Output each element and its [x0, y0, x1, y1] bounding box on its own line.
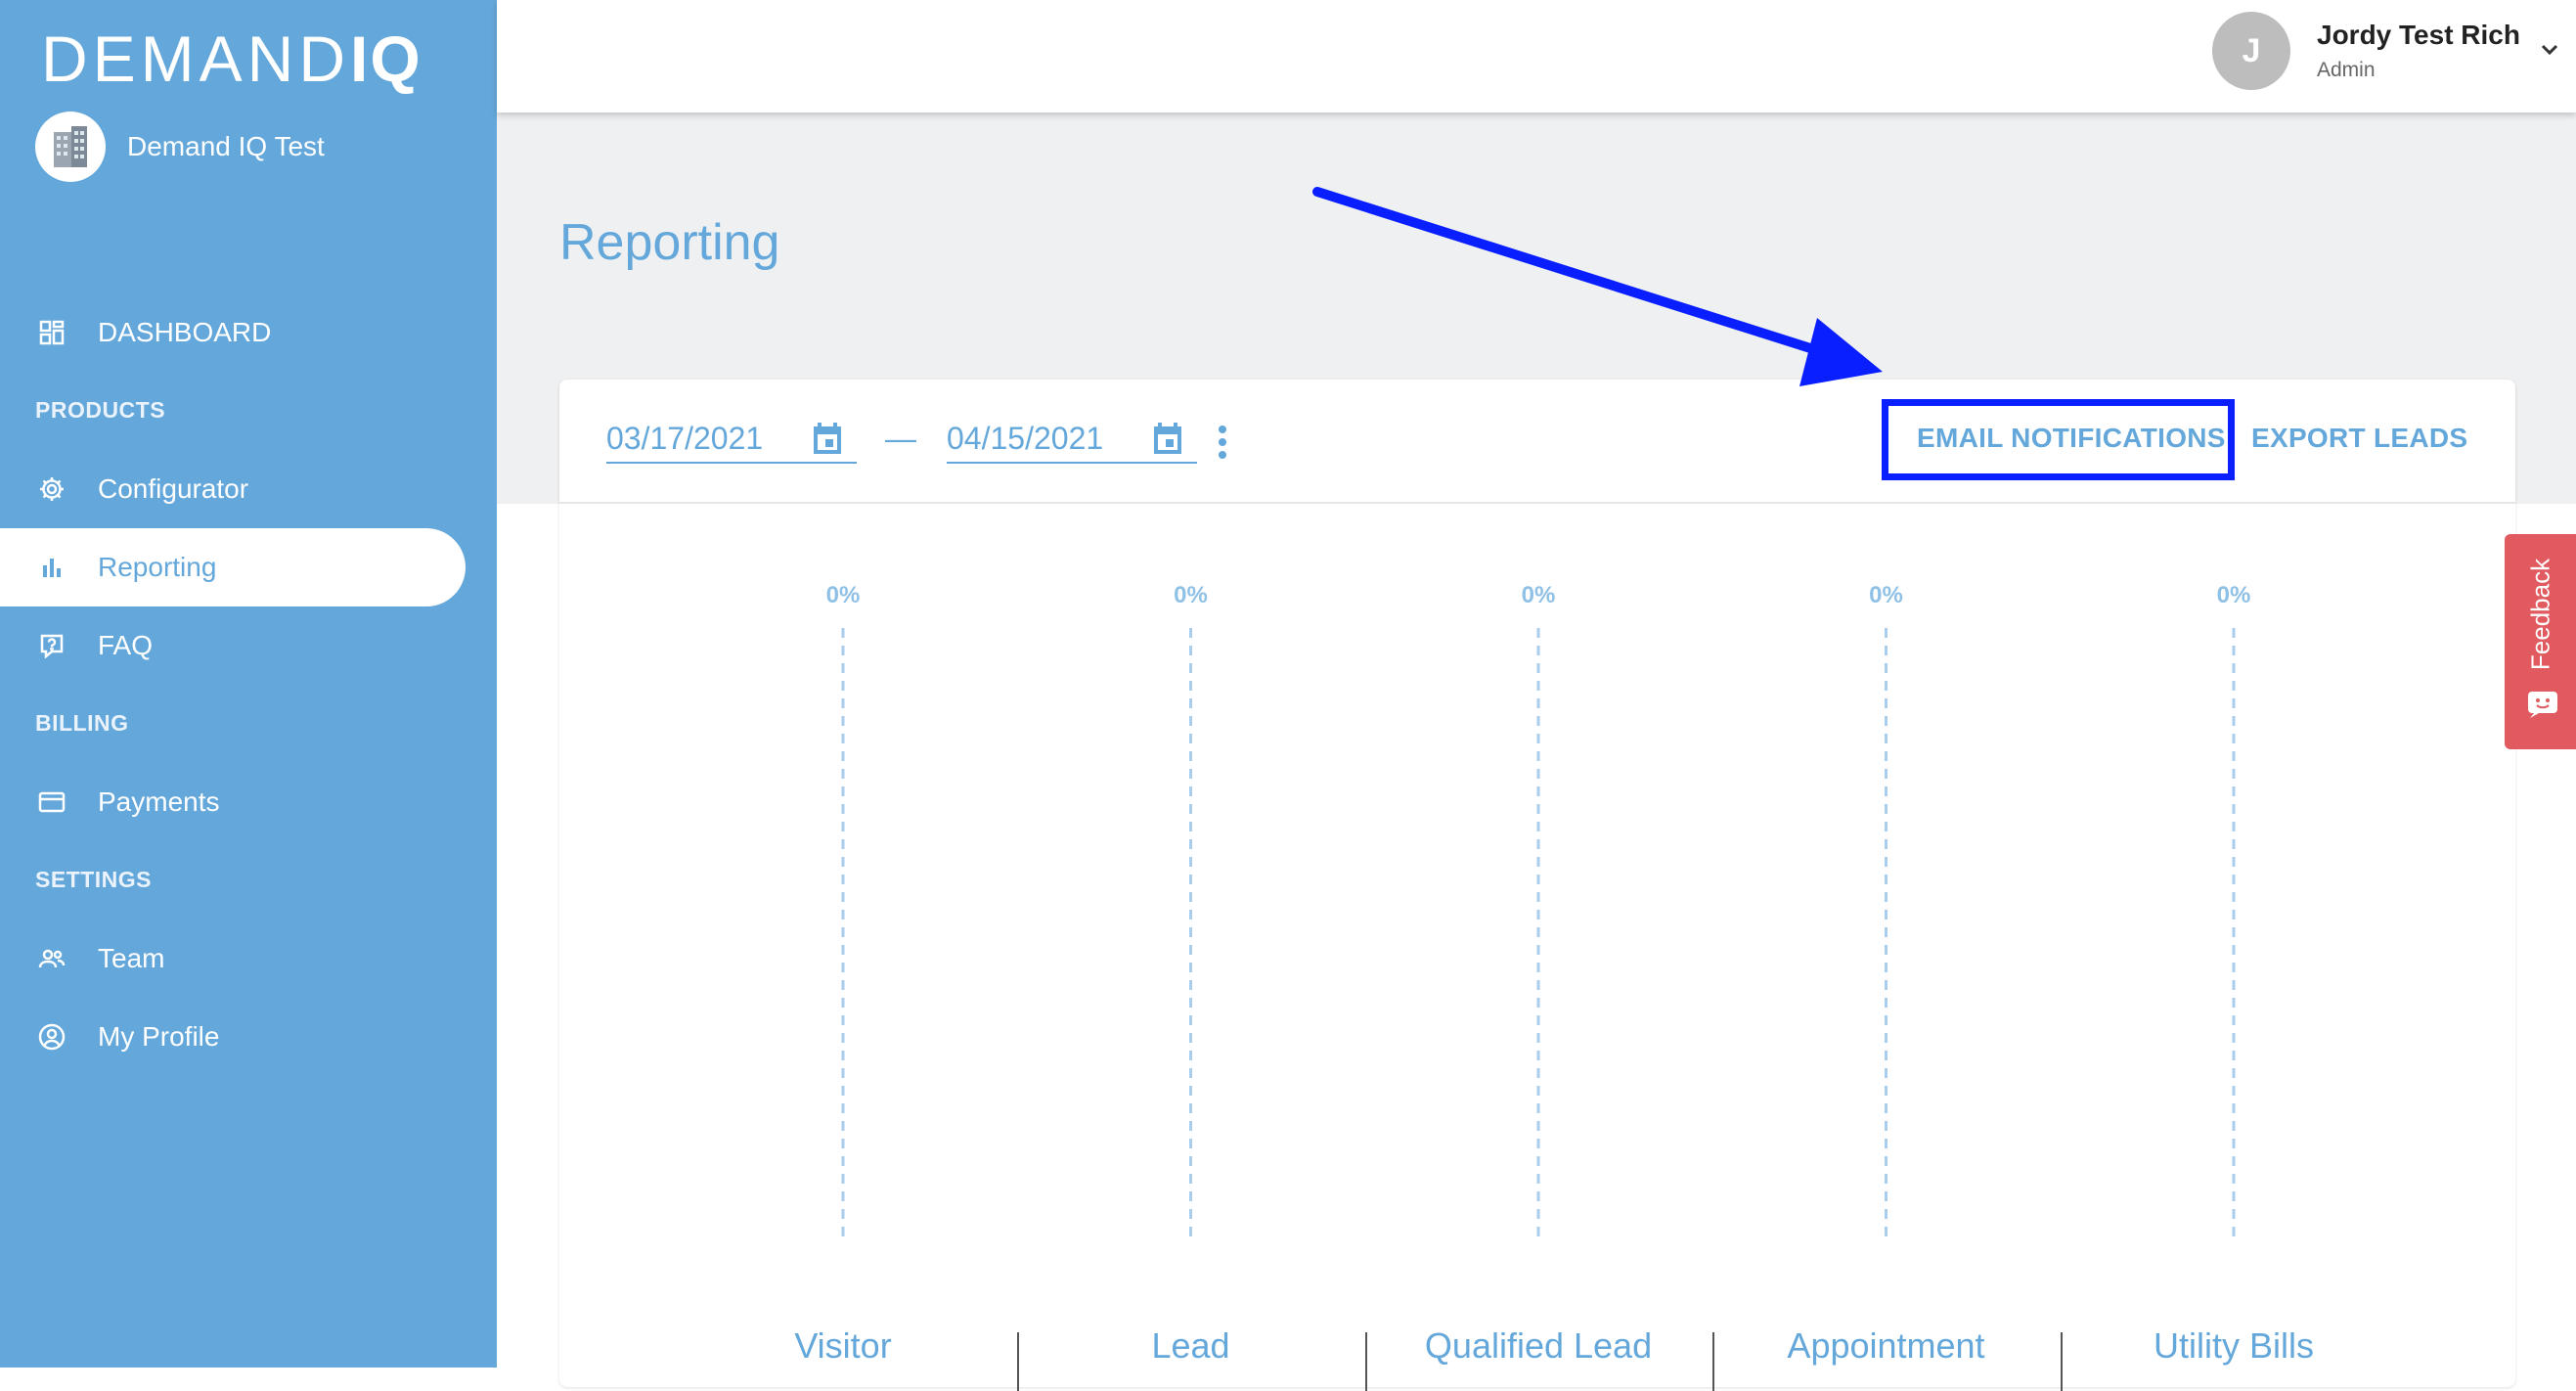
- credit-card-icon: [37, 787, 67, 817]
- export-leads-button[interactable]: EXPORT LEADS: [2251, 423, 2467, 454]
- people-icon: [37, 944, 67, 973]
- feedback-label: Feedback: [2525, 558, 2555, 671]
- sidebar: DEMANDIQ Demand IQ Test DASHBOARD PRODUC…: [0, 0, 497, 1368]
- stage-divider: [1017, 1332, 1019, 1391]
- funnel-stage-labels: Visitor Lead Qualified Lead Appointment Util…: [559, 1325, 2515, 1391]
- funnel-chart: 0% 0% 0% 0% 0%: [826, 582, 2251, 1240]
- sidebar-item-label: Reporting: [98, 552, 217, 582]
- user-role: Admin: [2317, 59, 2376, 81]
- sidebar-item-label: Payments: [98, 786, 220, 817]
- section-header-products: PRODUCTS: [35, 397, 166, 423]
- date-range-separator: —: [885, 421, 916, 456]
- sidebar-item-label: Team: [98, 943, 165, 973]
- sidebar-item-label: Configurator: [98, 473, 249, 504]
- end-date-field[interactable]: 04/15/2021: [947, 419, 1197, 464]
- sidebar-item-configurator[interactable]: Configurator: [0, 450, 466, 528]
- sidebar-item-dashboard[interactable]: DASHBOARD: [0, 293, 466, 372]
- gear-icon: [37, 474, 67, 504]
- sidebar-item-my-profile[interactable]: My Profile: [0, 998, 466, 1076]
- start-date-field[interactable]: 03/17/2021: [606, 419, 857, 464]
- funnel-stage-label: Utility Bills: [2153, 1325, 2315, 1366]
- chevron-down-icon[interactable]: [2537, 37, 2562, 63]
- top-header: J Jordy Test Rich Admin: [497, 0, 2576, 112]
- data-label: 0%: [1869, 582, 1903, 608]
- stage-divider: [1712, 1332, 1714, 1391]
- funnel-stage-label: Lead: [1151, 1325, 1230, 1366]
- sidebar-item-payments[interactable]: Payments: [0, 763, 466, 841]
- more-options-icon[interactable]: [1217, 425, 1228, 460]
- sidebar-item-faq[interactable]: FAQ: [0, 606, 466, 685]
- user-circle-icon: [37, 1022, 67, 1052]
- calendar-icon[interactable]: [808, 419, 847, 458]
- sidebar-item-reporting[interactable]: Reporting: [0, 528, 466, 606]
- end-date-value: 04/15/2021: [947, 421, 1104, 456]
- section-header-settings: SETTINGS: [35, 867, 153, 892]
- sidebar-item-label: FAQ: [98, 630, 154, 660]
- data-label: 0%: [1522, 582, 1556, 608]
- sidebar-item-label: DASHBOARD: [98, 317, 272, 347]
- user-name[interactable]: Jordy Test Rich: [2317, 20, 2520, 51]
- page-title: Reporting: [559, 214, 780, 271]
- highlight-box: [1882, 399, 2235, 480]
- sidebar-item-label: My Profile: [98, 1021, 220, 1052]
- calendar-icon[interactable]: [1148, 419, 1187, 458]
- sidebar-item-team[interactable]: Team: [0, 920, 466, 998]
- org-switcher[interactable]: Demand IQ Test: [35, 112, 325, 182]
- start-date-value: 03/17/2021: [606, 421, 764, 456]
- data-label: 0%: [2217, 582, 2251, 608]
- building-icon: [35, 112, 106, 182]
- stage-divider: [2060, 1332, 2063, 1391]
- data-label: 0%: [826, 582, 861, 608]
- data-label: 0%: [1174, 582, 1208, 608]
- logo-text-bold: IQ: [350, 22, 422, 95]
- funnel-stage-label: Appointment: [1787, 1325, 1985, 1366]
- chat-smile-icon: [2528, 692, 2557, 718]
- bar-chart-icon: [37, 553, 67, 582]
- logo-text-light: DEMAND: [41, 22, 351, 95]
- funnel-stage-label: Visitor: [794, 1325, 892, 1366]
- funnel-stage-label: Qualified Lead: [1424, 1325, 1653, 1366]
- help-icon: [37, 631, 67, 660]
- avatar[interactable]: J: [2212, 12, 2290, 90]
- section-header-billing: BILLING: [35, 710, 129, 736]
- grid-icon: [37, 318, 67, 347]
- demandiq-logo[interactable]: DEMANDIQ: [41, 22, 422, 96]
- stage-divider: [1364, 1332, 1367, 1391]
- org-name: Demand IQ Test: [127, 131, 325, 161]
